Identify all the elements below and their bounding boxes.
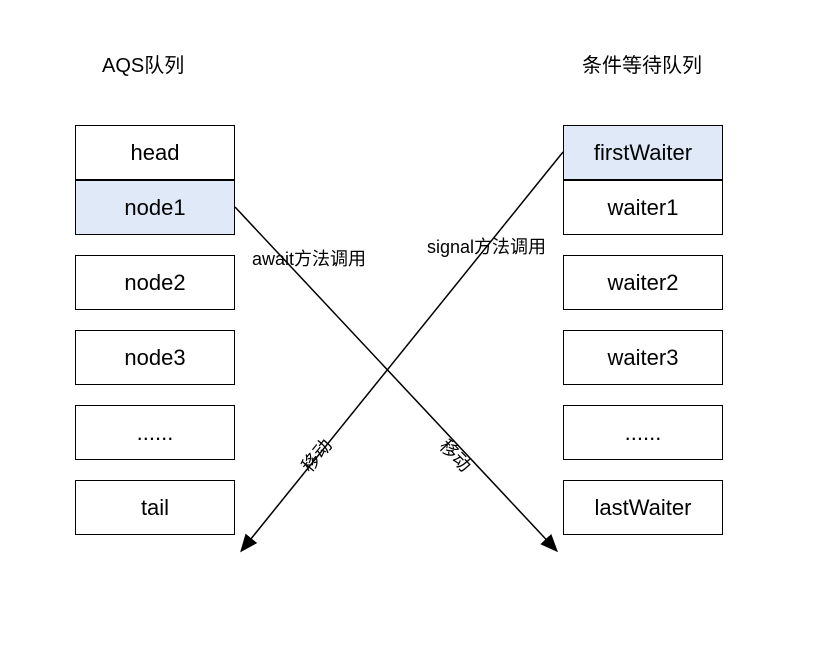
right-cell-firstwaiter: firstWaiter [563, 125, 723, 180]
condition-queue: firstWaiter waiter1 waiter2 waiter3 ....… [563, 125, 723, 535]
left-cell-ellipsis: ...... [75, 405, 235, 460]
left-cell-node3: node3 [75, 330, 235, 385]
signal-label: signal方法调用 [427, 233, 546, 259]
right-cell-waiter1: waiter1 [563, 180, 723, 235]
left-cell-tail: tail [75, 480, 235, 535]
aqs-queue: head node1 node2 node3 ...... tail [75, 125, 235, 535]
left-cell-node2: node2 [75, 255, 235, 310]
right-cell-waiter3: waiter3 [563, 330, 723, 385]
move-right-label: 移动 [434, 433, 478, 477]
right-cell-ellipsis: ...... [563, 405, 723, 460]
left-queue-title: AQS队列 [102, 49, 184, 78]
move-left-label: 移动 [295, 433, 338, 477]
right-queue-title: 条件等待队列 [582, 49, 702, 78]
left-cell-head: head [75, 125, 235, 180]
right-cell-lastwaiter: lastWaiter [563, 480, 723, 535]
await-label: await方法调用 [252, 245, 366, 271]
right-cell-waiter2: waiter2 [563, 255, 723, 310]
signal-arrow [242, 152, 563, 550]
left-cell-node1: node1 [75, 180, 235, 235]
